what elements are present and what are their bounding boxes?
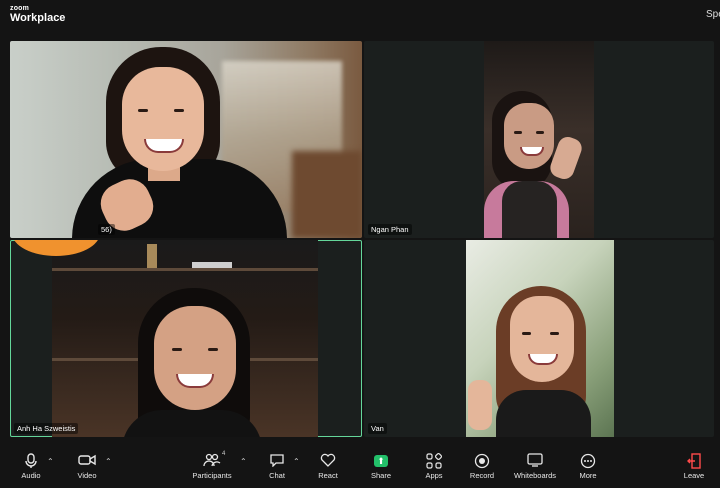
chat-icon (268, 453, 286, 469)
zoom-logo: zoom Workplace (10, 5, 65, 24)
whiteboards-button[interactable]: Whiteboards (507, 453, 563, 480)
react-label: React (318, 471, 338, 480)
participants-label: Participants (192, 471, 232, 480)
leave-label: Leave (683, 471, 705, 480)
participants-button[interactable]: Participants (184, 453, 240, 480)
participant-name-tag: Ngan Phan (368, 224, 412, 235)
react-button[interactable]: React (300, 453, 356, 480)
more-button[interactable]: More (560, 453, 616, 480)
participants-options-chevron-icon[interactable]: ⌃ (240, 457, 247, 466)
video-options-chevron-icon[interactable]: ⌃ (105, 457, 112, 466)
record-button[interactable]: Record (454, 453, 510, 480)
chat-options-chevron-icon[interactable]: ⌃ (293, 457, 300, 466)
more-label: More (579, 471, 597, 480)
participant-name-tag: 56) (98, 224, 115, 235)
brand-name: Workplace (10, 12, 66, 24)
record-label: Record (469, 471, 495, 480)
share-button[interactable]: ⬆ Share (353, 453, 409, 480)
leave-button[interactable]: Leave (666, 453, 720, 480)
camera-icon (78, 453, 96, 469)
whiteboard-icon (526, 453, 544, 469)
apps-icon (425, 452, 443, 469)
chat-label: Chat (269, 471, 285, 480)
participants-count: 4 (222, 451, 226, 457)
brand-small: zoom (10, 5, 30, 12)
heart-icon (319, 453, 337, 469)
top-bar: zoom Workplace Speaker View (0, 0, 720, 38)
participant-name-tag: Anh Ha Szweistis (14, 423, 79, 434)
audio-label: Audio (21, 471, 41, 480)
participants-icon (203, 453, 221, 469)
share-label: Share (370, 471, 391, 480)
view-button[interactable]: Speaker View (706, 9, 720, 20)
participant-video (466, 240, 614, 437)
apps-label: Apps (425, 471, 443, 480)
whiteboards-label: Whiteboards (513, 471, 557, 480)
share-arrow-icon: ⬆ (374, 455, 388, 467)
microphone-icon (22, 453, 40, 469)
video-tile-3-active-speaker[interactable]: Anh Ha Szweistis (10, 240, 362, 437)
video-label: Video (77, 471, 97, 480)
video-tile-2[interactable]: Ngan Phan (364, 41, 714, 238)
video-tile-1[interactable]: 56) (10, 41, 362, 238)
meeting-toolbar: Audio ⌃ Video ⌃ Participants 4 ⌃ Chat ⌃ … (0, 449, 720, 488)
participant-name-tag: Van (368, 423, 387, 434)
participant-video (52, 240, 318, 437)
record-icon (473, 453, 491, 469)
video-tile-4[interactable]: Van (364, 240, 714, 437)
participant-video (484, 41, 594, 238)
participant-video (10, 41, 362, 238)
leave-door-icon (685, 453, 703, 469)
more-dots-icon (579, 453, 597, 469)
audio-options-chevron-icon[interactable]: ⌃ (47, 457, 54, 466)
